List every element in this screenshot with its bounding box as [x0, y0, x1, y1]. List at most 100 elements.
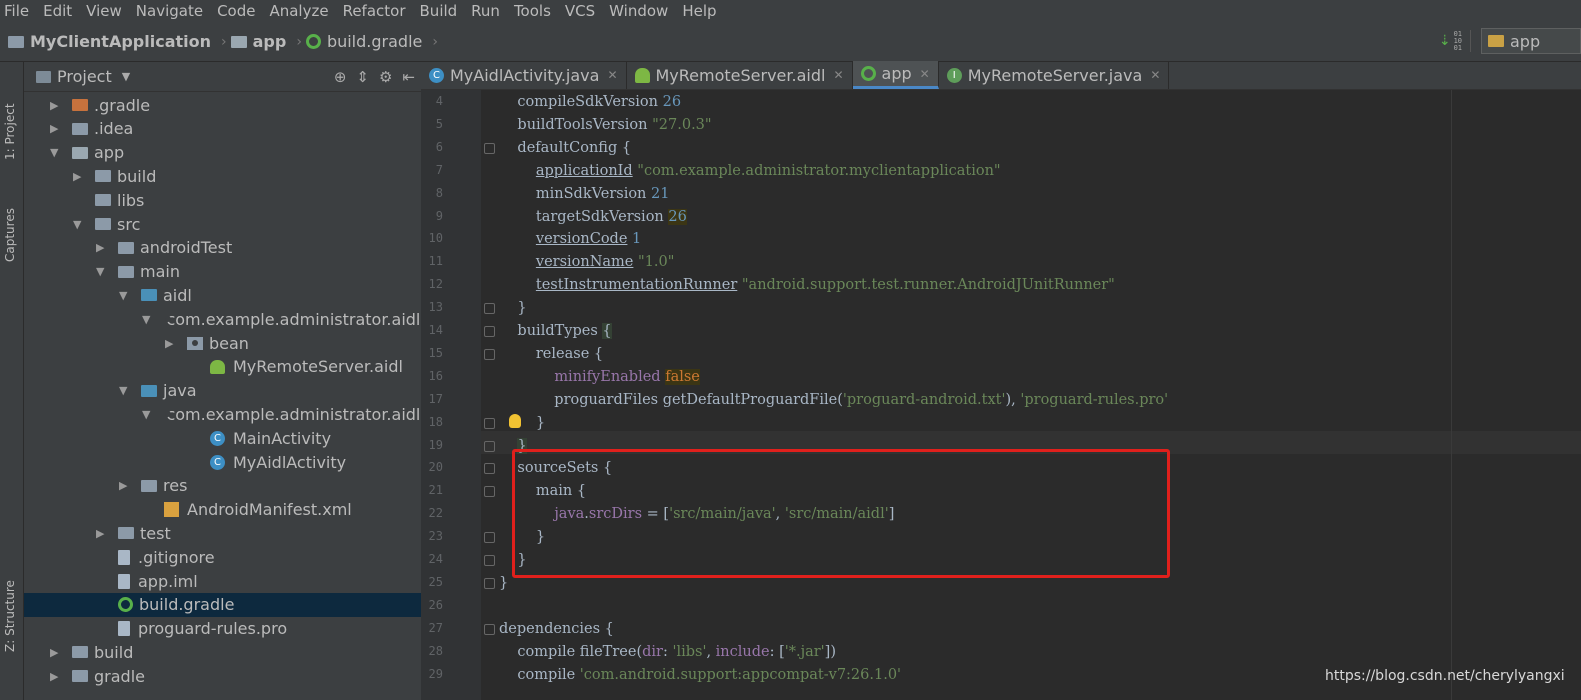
- expanded-arrow-icon[interactable]: ▼: [50, 146, 62, 159]
- folder-icon: [118, 265, 134, 278]
- fold-marker-icon[interactable]: [484, 142, 495, 154]
- gear-icon[interactable]: ⚙: [379, 68, 392, 86]
- run-config-selector[interactable]: app: [1481, 28, 1581, 54]
- breadcrumb-separator-icon: ›: [432, 33, 438, 50]
- expanded-arrow-icon[interactable]: ▼: [73, 218, 85, 231]
- collapsed-arrow-icon[interactable]: ▶: [50, 122, 62, 135]
- tree-item[interactable]: libs: [24, 188, 421, 212]
- line-number: 17: [428, 391, 443, 406]
- make-project-icon[interactable]: ⇣: [1439, 33, 1451, 49]
- fold-marker-icon[interactable]: [484, 577, 495, 589]
- tab-project-tool[interactable]: 1: Project: [3, 70, 17, 160]
- fold-marker-icon[interactable]: [484, 486, 495, 498]
- close-icon[interactable]: ✕: [920, 67, 930, 81]
- tree-item[interactable]: ▶ gradle: [24, 664, 421, 688]
- menu-analyze[interactable]: Analyze: [269, 2, 328, 20]
- fold-marker-icon[interactable]: [484, 417, 495, 429]
- tree-item[interactable]: ▶ androidTest: [24, 236, 421, 260]
- tree-item[interactable]: ▶ test: [24, 521, 421, 545]
- breadcrumb-module[interactable]: app: [230, 32, 286, 51]
- lightbulb-icon[interactable]: [509, 414, 521, 428]
- fold-marker-icon[interactable]: [484, 326, 495, 337]
- menu-run[interactable]: Run: [471, 2, 500, 20]
- hide-panel-icon[interactable]: ⇤: [402, 68, 415, 86]
- tab-myaidlactivity-java[interactable]: C MyAidlActivity.java ✕: [421, 61, 627, 89]
- menu-code[interactable]: Code: [217, 2, 255, 20]
- breadcrumb-project[interactable]: MyClientApplication: [8, 32, 211, 51]
- tree-item[interactable]: proguard-rules.pro: [24, 617, 421, 641]
- menu-build[interactable]: Build: [420, 2, 458, 20]
- tree-item[interactable]: ▶ .gradle: [24, 93, 421, 117]
- fold-marker-icon[interactable]: [484, 440, 495, 452]
- collapsed-arrow-icon[interactable]: ▶: [50, 646, 62, 659]
- collapsed-arrow-icon[interactable]: ▶: [119, 479, 131, 492]
- tree-item[interactable]: ▶ bean: [24, 331, 421, 355]
- close-icon[interactable]: ✕: [607, 68, 617, 82]
- scroll-from-source-icon[interactable]: ⊕: [334, 68, 347, 86]
- fold-marker-icon[interactable]: [484, 532, 495, 544]
- chevron-down-icon[interactable]: ▼: [122, 70, 130, 83]
- collapsed-arrow-icon[interactable]: ▶: [165, 337, 177, 350]
- line-number: 13: [428, 300, 443, 315]
- fold-marker-icon[interactable]: [484, 555, 495, 566]
- menu-view[interactable]: View: [86, 2, 122, 20]
- tree-item[interactable]: ▼ com.example.administrator.aidls: [24, 402, 421, 426]
- tree-item[interactable]: C MainActivity: [24, 426, 421, 450]
- fold-marker-icon[interactable]: [484, 623, 495, 635]
- fold-marker-icon[interactable]: [484, 463, 495, 475]
- tree-item[interactable]: ▼ com.example.administrator.aidls: [24, 307, 421, 331]
- expanded-arrow-icon[interactable]: ▼: [142, 313, 150, 326]
- tree-item[interactable]: build.gradle: [24, 592, 421, 617]
- close-icon[interactable]: ✕: [1150, 68, 1160, 82]
- android-icon: [634, 67, 650, 83]
- tree-item[interactable]: ▼ aidl: [24, 283, 421, 307]
- collapsed-arrow-icon[interactable]: ▶: [50, 670, 62, 683]
- close-icon[interactable]: ✕: [833, 68, 843, 82]
- folder-icon: [95, 170, 111, 183]
- tree-item[interactable]: app.iml: [24, 569, 421, 593]
- tree-item[interactable]: ▶ res: [24, 474, 421, 498]
- tree-item[interactable]: ▶ build: [24, 164, 421, 188]
- tree-item-label: java: [163, 381, 197, 401]
- tab-captures[interactable]: Captures: [3, 182, 17, 262]
- collapsed-arrow-icon[interactable]: ▶: [73, 170, 85, 183]
- tree-item[interactable]: .gitignore: [24, 545, 421, 569]
- tree-item[interactable]: ▶ build: [24, 640, 421, 664]
- menu-refactor[interactable]: Refactor: [343, 2, 406, 20]
- tree-item[interactable]: ▼ src: [24, 212, 421, 236]
- collapsed-arrow-icon[interactable]: ▶: [96, 527, 108, 540]
- fold-marker-icon[interactable]: [484, 348, 495, 360]
- menu-navigate[interactable]: Navigate: [136, 2, 203, 20]
- tree-item[interactable]: ▼ app: [24, 141, 421, 165]
- tab-app[interactable]: app ✕: [852, 61, 939, 89]
- collapsed-arrow-icon[interactable]: ▶: [96, 241, 108, 254]
- menu-edit[interactable]: Edit: [43, 2, 72, 20]
- line-number: 10: [428, 231, 443, 246]
- expanded-arrow-icon[interactable]: ▼: [119, 289, 131, 302]
- menu-file[interactable]: File: [4, 2, 29, 20]
- menu-vcs[interactable]: VCS: [565, 2, 595, 20]
- tab-myremoteserver-aidl[interactable]: MyRemoteServer.aidl ✕: [627, 61, 853, 89]
- tree-item[interactable]: C MyAidlActivity: [24, 450, 421, 474]
- project-view-title[interactable]: Project: [57, 67, 112, 86]
- collapse-all-icon[interactable]: ⇕: [356, 68, 369, 86]
- menu-help[interactable]: Help: [682, 2, 716, 20]
- tree-item[interactable]: MyRemoteServer.aidl: [24, 355, 421, 379]
- tab-myremoteserver-java[interactable]: I MyRemoteServer.java ✕: [939, 61, 1170, 89]
- code-editor[interactable]: 4 5 6 7 8 9 10 11 12 13 14 15 16 17 18 19 20 21 22 23 24 25 26…: [421, 90, 1581, 700]
- tree-item[interactable]: ▶ .idea: [24, 117, 421, 141]
- breadcrumb-file[interactable]: build.gradle: [305, 32, 422, 51]
- collapsed-arrow-icon[interactable]: ▶: [50, 99, 62, 112]
- code-line: targetSdkVersion 26: [499, 208, 687, 225]
- menu-tools[interactable]: Tools: [514, 2, 551, 20]
- tab-structure[interactable]: Z: Structure: [3, 562, 17, 652]
- expanded-arrow-icon[interactable]: ▼: [119, 384, 131, 397]
- tree-item[interactable]: ▼ main: [24, 260, 421, 284]
- code-line: dependencies {: [499, 620, 614, 637]
- menu-window[interactable]: Window: [609, 2, 668, 20]
- expanded-arrow-icon[interactable]: ▼: [96, 265, 108, 278]
- expanded-arrow-icon[interactable]: ▼: [142, 408, 150, 421]
- tree-item[interactable]: AndroidManifest.xml: [24, 498, 421, 522]
- fold-marker-icon[interactable]: [484, 303, 495, 315]
- tree-item[interactable]: ▼ java: [24, 379, 421, 403]
